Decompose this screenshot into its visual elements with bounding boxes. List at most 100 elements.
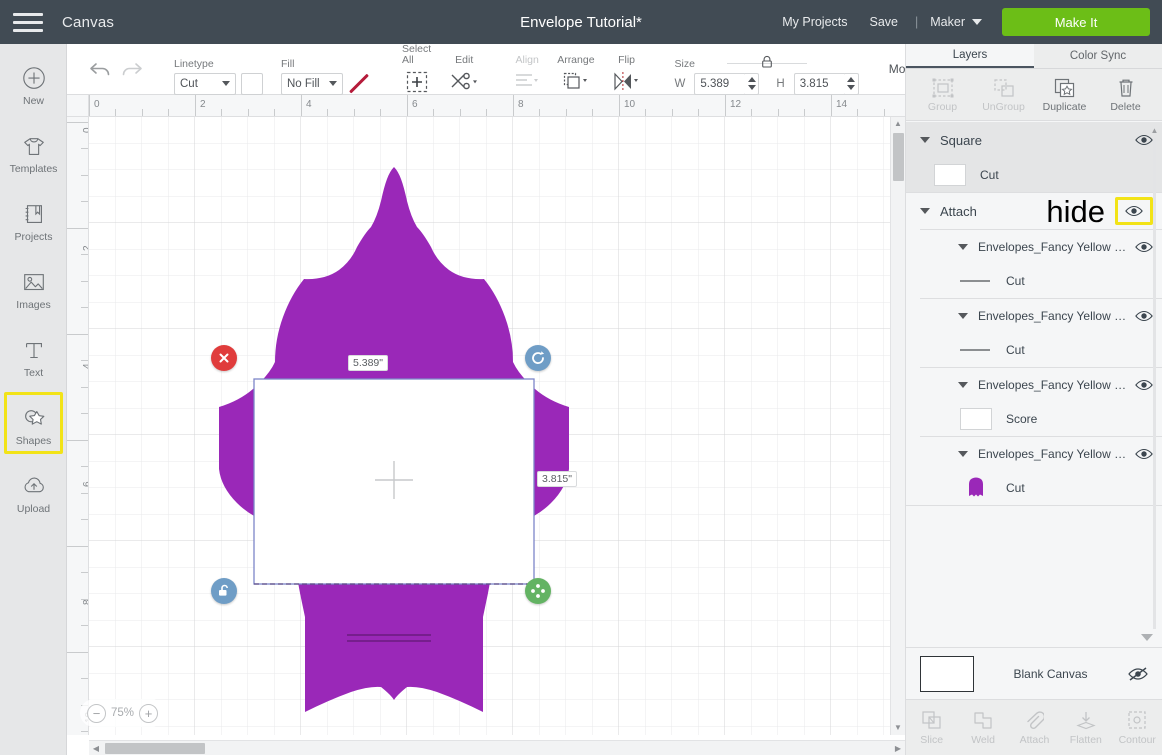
zoom-control[interactable]: − 75% + [80, 699, 166, 727]
chevron-down-icon[interactable] [958, 313, 968, 319]
layer-row[interactable]: Cut [946, 471, 1162, 505]
scroll-up-arrow[interactable]: ▲ [891, 117, 905, 131]
scroll-right-arrow[interactable]: ▶ [891, 744, 905, 753]
width-input[interactable]: 5.389 [694, 72, 747, 95]
unlock-handle[interactable] [211, 578, 237, 604]
my-projects-link[interactable]: My Projects [771, 15, 858, 29]
resize-handle[interactable] [525, 578, 551, 604]
layer-group-square[interactable]: Square Cut [906, 122, 1162, 193]
arrange-button[interactable]: Arrange [555, 54, 596, 95]
layer-group-header[interactable]: Square [906, 122, 1162, 158]
ungroup-button[interactable]: UnGroup [975, 77, 1033, 113]
fill-caption: Fill [281, 57, 295, 70]
linetype-control: Linetype Cut [174, 58, 263, 95]
layer-line-swatch[interactable] [960, 339, 992, 361]
delete-handle[interactable] [211, 345, 237, 371]
sidebar-item-text[interactable]: Text [0, 324, 67, 392]
layer-row[interactable]: Cut [906, 158, 1162, 192]
layer-line-swatch[interactable] [960, 270, 992, 292]
canvas-horizontal-scrollbar[interactable]: ◀ ▶ [89, 740, 905, 755]
make-it-button[interactable]: Make It [1002, 8, 1150, 36]
width-stepper[interactable] [745, 72, 760, 95]
align-button[interactable]: Align [511, 54, 543, 95]
vscroll-thumb[interactable] [892, 133, 904, 181]
attach-button[interactable]: Attach [1010, 709, 1058, 746]
zoom-in-button[interactable]: + [139, 703, 159, 723]
chevron-down-icon[interactable] [958, 382, 968, 388]
height-stepper[interactable] [844, 72, 859, 95]
tab-color-sync[interactable]: Color Sync [1034, 44, 1162, 68]
canvas-grid[interactable]: 5.389" 3.815" [89, 117, 905, 735]
paperclip-icon [1027, 711, 1045, 730]
panel-collapse-caret-icon[interactable] [1141, 634, 1153, 641]
sidebar-item-templates[interactable]: Templates [0, 120, 67, 188]
layer-color-swatch[interactable] [960, 408, 992, 430]
layer-subgroup[interactable]: Envelopes_Fancy Yellow … Cut [920, 229, 1162, 298]
layers-scroll-up-arrow[interactable]: ▲ [1149, 126, 1160, 135]
hide-annotation: hide [1046, 193, 1105, 229]
layer-subgroup-header[interactable]: Envelopes_Fancy Yellow … [946, 299, 1162, 333]
eye-icon[interactable] [1125, 204, 1143, 218]
blank-canvas-row[interactable]: Blank Canvas [906, 634, 1162, 699]
sidebar-item-shapes[interactable]: Shapes [0, 392, 67, 460]
chevron-down-icon[interactable] [920, 208, 930, 214]
hscroll-thumb[interactable] [105, 742, 205, 754]
layer-row[interactable]: Cut [946, 333, 1162, 367]
slice-button[interactable]: Slice [908, 709, 956, 746]
envelope-artwork[interactable] [89, 117, 905, 735]
layers-scrollbar[interactable]: ▲ [1149, 126, 1160, 641]
no-fill-slash-icon[interactable] [348, 73, 370, 95]
scroll-down-arrow[interactable]: ▼ [891, 721, 905, 735]
edit-button[interactable]: Edit [447, 54, 481, 95]
layer-subgroup-header[interactable]: Envelopes_Fancy Yellow … [946, 437, 1162, 471]
layers-list[interactable]: Square Cut Attach hide Envelopes_Fancy Y… [906, 122, 1162, 652]
sidebar-item-images[interactable]: Images [0, 256, 67, 324]
layer-subgroup-header[interactable]: Envelopes_Fancy Yellow … [946, 230, 1162, 264]
fill-select[interactable]: No Fill [281, 72, 343, 95]
layer-subgroup[interactable]: Envelopes_Fancy Yellow … Score [920, 367, 1162, 436]
layer-row[interactable]: Score [946, 402, 1162, 436]
lock-icon[interactable] [759, 55, 774, 69]
layer-subgroup[interactable]: Envelopes_Fancy Yellow … Cut [920, 298, 1162, 367]
tab-layers[interactable]: Layers [906, 44, 1034, 68]
layer-name: Envelopes_Fancy Yellow … [978, 378, 1127, 392]
delete-button[interactable]: Delete [1097, 77, 1155, 113]
redo-icon[interactable] [118, 57, 144, 81]
chevron-down-icon[interactable] [920, 137, 930, 143]
layer-row[interactable]: Cut [946, 264, 1162, 298]
layers-scroll-track[interactable] [1153, 138, 1156, 629]
layer-shape-thumbnail[interactable] [960, 476, 992, 500]
undo-icon[interactable] [88, 57, 114, 81]
select-all-button[interactable]: Select All [400, 43, 433, 95]
eye-slash-icon[interactable] [1127, 666, 1149, 682]
attach-label: Attach [1019, 734, 1050, 746]
group-button[interactable]: Group [914, 77, 972, 113]
sidebar-item-upload[interactable]: Upload [0, 460, 67, 528]
hamburger-menu-icon[interactable] [0, 0, 56, 44]
save-button[interactable]: Save [859, 15, 910, 29]
layer-group-attach[interactable]: Attach hide Envelopes_Fancy Yellow … Cut… [906, 193, 1162, 506]
linetype-color-swatch[interactable] [241, 72, 263, 95]
chevron-down-icon[interactable] [958, 244, 968, 250]
sidebar-item-new[interactable]: New [0, 52, 67, 120]
weld-button[interactable]: Weld [959, 709, 1007, 746]
canvas-area[interactable]: 0 2 4 6 8 10 12 14 0 2 4 6 8 10 [67, 95, 905, 755]
zoom-out-button[interactable]: − [87, 703, 106, 723]
canvas-vertical-scrollbar[interactable]: ▲ ▼ [890, 117, 905, 735]
height-input[interactable]: 3.815 [793, 72, 846, 95]
flatten-button[interactable]: Flatten [1062, 709, 1110, 746]
layer-subgroup[interactable]: Envelopes_Fancy Yellow … Cut [920, 436, 1162, 505]
layer-group-header[interactable]: Attach hide [906, 193, 1162, 229]
canvas-swatch[interactable] [920, 655, 974, 692]
machine-selector[interactable]: Maker [924, 15, 988, 29]
scroll-left-arrow[interactable]: ◀ [89, 744, 103, 753]
rotate-handle[interactable] [525, 345, 551, 371]
sidebar-item-projects[interactable]: Projects [0, 188, 67, 256]
layer-subgroup-header[interactable]: Envelopes_Fancy Yellow … [946, 368, 1162, 402]
duplicate-button[interactable]: Duplicate [1036, 77, 1094, 113]
linetype-select[interactable]: Cut [174, 72, 236, 95]
contour-button[interactable]: Contour [1113, 709, 1161, 746]
layer-color-swatch[interactable] [934, 164, 966, 186]
flip-button[interactable]: Flip [609, 54, 645, 95]
chevron-down-icon[interactable] [958, 451, 968, 457]
